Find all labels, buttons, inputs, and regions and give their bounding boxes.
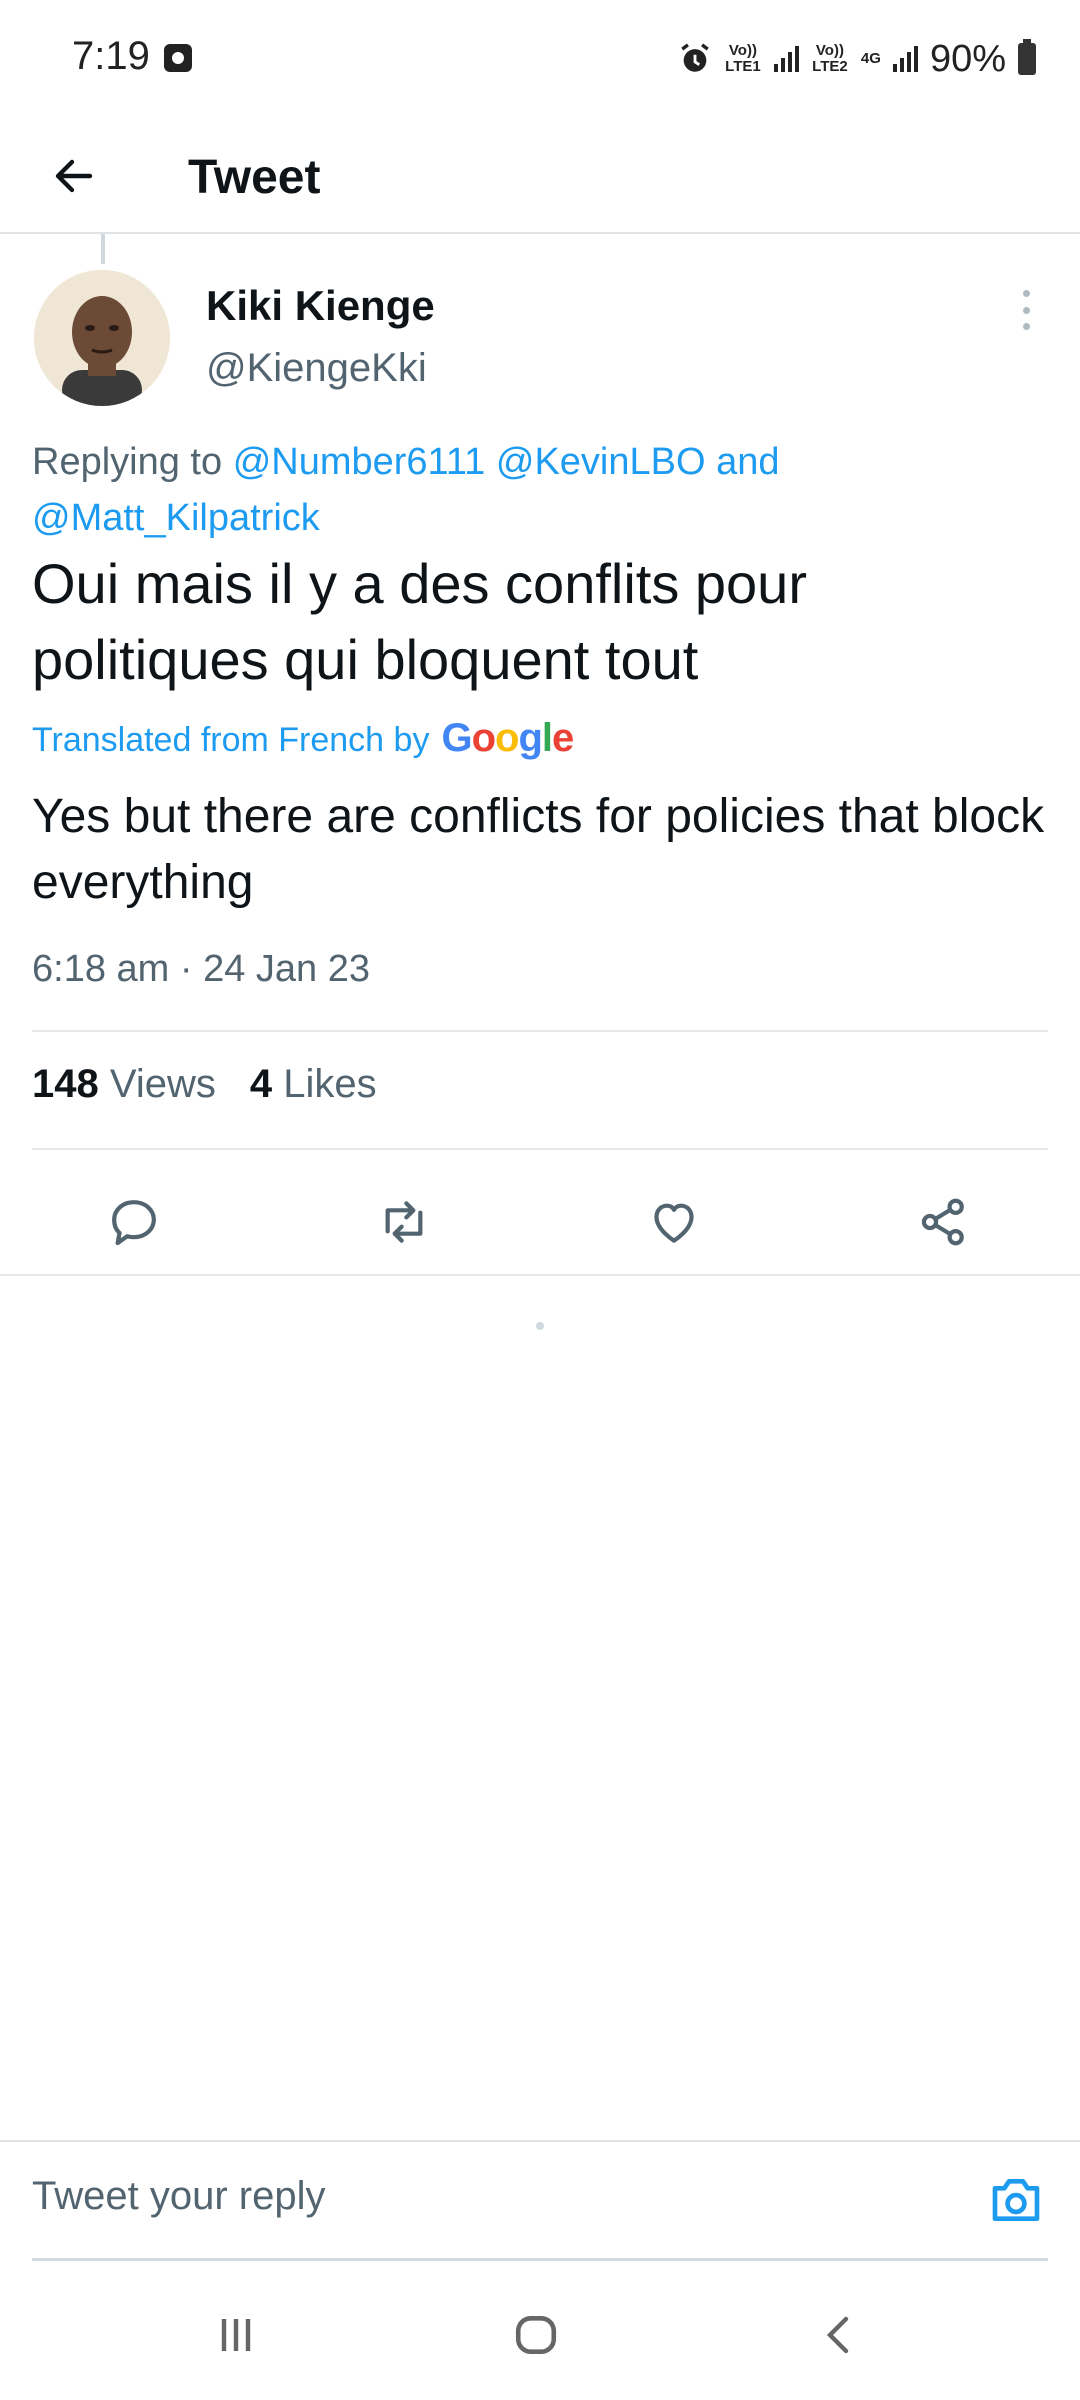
mention-link[interactable]: @Number6111 xyxy=(233,441,486,483)
more-vertical-icon xyxy=(1022,290,1030,297)
lte2-label: Vo)) LTE2 xyxy=(812,42,848,75)
status-time: 7:19 xyxy=(72,34,150,78)
comment-icon xyxy=(112,1200,156,1246)
camera-button[interactable] xyxy=(986,2172,1046,2228)
battery-icon xyxy=(1018,39,1036,75)
retweet-button[interactable] xyxy=(372,1190,436,1254)
divider xyxy=(32,1030,1048,1032)
replying-and[interactable]: and xyxy=(716,441,779,483)
reply-underline xyxy=(32,2258,1048,2261)
likes-stat[interactable]: 4 Likes xyxy=(250,1062,377,1107)
tweet-stats: 148 Views 4 Likes xyxy=(32,1062,377,1107)
profile-photo xyxy=(34,270,170,406)
thread-connector-line xyxy=(101,234,105,264)
heart-icon xyxy=(654,1203,694,1243)
reply-composer xyxy=(0,2140,1080,2261)
share-icon xyxy=(921,1198,964,1246)
translated-label: Translated from French by xyxy=(32,721,430,759)
recent-apps-icon xyxy=(221,2319,251,2351)
back-button[interactable] xyxy=(38,140,110,212)
replying-to: Replying to @Number6111 @KevinLBO and @M… xyxy=(32,434,1042,546)
reply-button[interactable] xyxy=(102,1190,166,1254)
chevron-left-icon xyxy=(826,2316,849,2354)
mention-link[interactable]: @KevinLBO xyxy=(496,441,706,483)
system-nav-bar xyxy=(0,2270,1080,2400)
signal-icon xyxy=(773,46,799,72)
status-bar: 7:19 Vo)) LTE1 Vo)) LTE2 4G 90% xyxy=(0,0,1080,120)
views-count: 148 xyxy=(32,1062,99,1106)
notification-icon xyxy=(164,44,192,72)
author-name[interactable]: Kiki Kienge xyxy=(206,282,435,330)
divider xyxy=(0,1274,1080,1276)
top-app-bar: Tweet xyxy=(0,120,1080,234)
home-icon xyxy=(515,2315,557,2355)
home-button[interactable] xyxy=(496,2300,576,2370)
page-title: Tweet xyxy=(188,151,321,204)
tweet-text: Oui mais il y a des conflits pour politi… xyxy=(32,552,807,691)
translated-text: Yes but there are conflicts for policies… xyxy=(32,790,1045,909)
likes-count: 4 xyxy=(249,1062,273,1106)
mention-link[interactable]: @Matt_Kilpatrick xyxy=(32,497,320,539)
arrow-left-icon xyxy=(55,159,93,193)
battery-percent: 90% xyxy=(929,37,1006,80)
more-options-button[interactable] xyxy=(1012,290,1040,330)
recent-apps-button[interactable] xyxy=(196,2300,276,2370)
back-nav-button[interactable] xyxy=(800,2300,880,2370)
share-button[interactable] xyxy=(912,1190,976,1254)
author-handle[interactable]: @KiengeKki xyxy=(206,346,427,391)
reply-input[interactable] xyxy=(32,2166,932,2226)
tweet-actions xyxy=(0,1170,1080,1274)
translation-attribution: Translated from French by Google xyxy=(32,716,574,761)
loading-indicator xyxy=(536,1322,544,1330)
views-stat[interactable]: 148 Views xyxy=(32,1062,216,1107)
likes-label: Likes xyxy=(283,1062,377,1106)
status-indicators: Vo)) LTE1 Vo)) LTE2 4G 90% xyxy=(678,34,1036,84)
tweet-timestamp: 6:18 am · 24 Jan 23 xyxy=(32,948,370,990)
like-button[interactable] xyxy=(642,1190,706,1254)
views-label: Views xyxy=(109,1062,216,1106)
google-logo: Google xyxy=(441,716,574,760)
lte1-label: Vo)) LTE1 xyxy=(725,42,761,75)
retweet-icon xyxy=(385,1201,423,1243)
replying-prefix: Replying to xyxy=(32,441,223,483)
signal-icon xyxy=(892,46,918,72)
network-type: 4G xyxy=(860,50,881,67)
alarm-icon xyxy=(681,43,709,72)
camera-icon xyxy=(992,2179,1040,2222)
divider xyxy=(32,1148,1048,1150)
avatar[interactable] xyxy=(34,270,170,406)
